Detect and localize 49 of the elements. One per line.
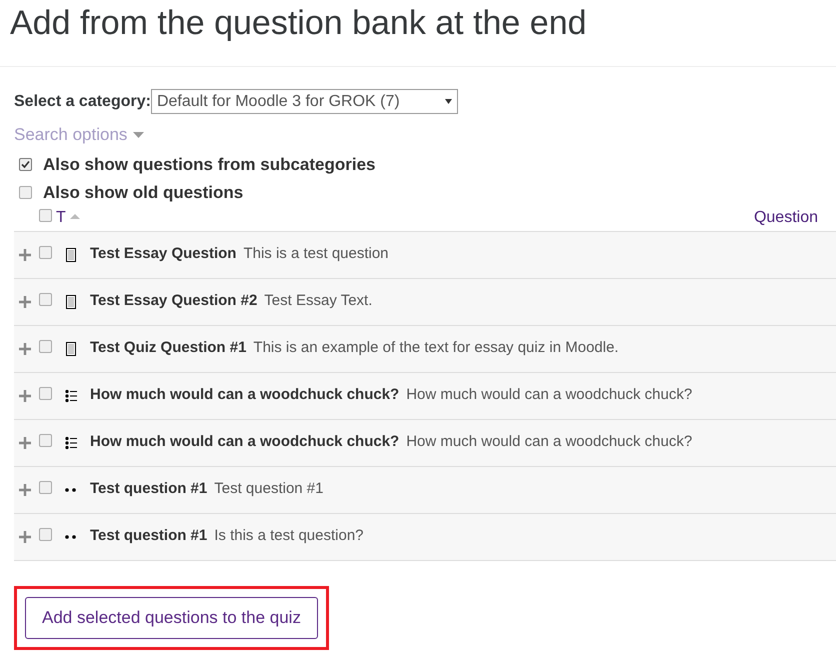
checkbox[interactable] [19, 186, 32, 199]
page-heading: Add from the question bank at the end [0, 0, 836, 67]
question-text: How much would can a woodchuck chuck? [406, 385, 692, 406]
checkbox[interactable] [39, 434, 52, 446]
checkbox[interactable] [39, 292, 52, 306]
dots-icon [65, 488, 77, 492]
question-name: Test question #1 [90, 479, 208, 500]
checkbox[interactable] [39, 246, 52, 258]
document-icon [66, 248, 76, 262]
category-select[interactable]: Default for Moodle 3 for GROK (7) [150, 89, 458, 114]
question-name: Test Quiz Question #1 [90, 338, 246, 358]
checkbox[interactable] [19, 158, 32, 171]
checkbox[interactable] [39, 386, 52, 400]
checkbox[interactable] [39, 340, 52, 352]
question-text: Is this a test question? [214, 526, 364, 546]
plus-icon[interactable] [19, 248, 31, 260]
question-name: Test Essay Question #2 [90, 291, 258, 312]
question-name: How much would can a woodchuck chuck? [90, 385, 400, 406]
question-text: This is an example of the text for essay quiz in Moodle. [253, 338, 619, 358]
list-icon [65, 436, 77, 450]
checkbox[interactable] [39, 209, 52, 222]
plus-icon[interactable] [19, 390, 31, 402]
document-icon [66, 294, 76, 308]
question-text: This is a test question [243, 244, 389, 264]
plus-icon[interactable] [19, 296, 31, 308]
dropdown-caret-icon [444, 99, 452, 104]
sort-ascending-icon [70, 214, 80, 218]
question-text: Test Essay Text. [264, 291, 372, 312]
question-name: How much would can a woodchuck chuck? [90, 432, 400, 452]
category-label: Select a category: [14, 92, 151, 112]
plus-icon[interactable] [19, 484, 31, 496]
caret-icon [133, 132, 144, 138]
add-selected-questions-button[interactable]: Add selected questions to the quiz [25, 596, 318, 638]
plus-icon[interactable] [19, 436, 31, 448]
question-text: How much would can a woodchuck chuck? [406, 432, 692, 452]
plus-icon[interactable] [19, 530, 31, 542]
checkbox[interactable] [39, 528, 52, 540]
document-icon [66, 342, 76, 356]
list-icon [65, 388, 77, 402]
question-name: Test Essay Question [90, 244, 236, 264]
checkbox[interactable] [39, 480, 52, 494]
question-column-header[interactable]: Question [754, 206, 818, 230]
dots-icon [65, 534, 77, 538]
option-label: Also show old questions [43, 182, 244, 204]
plus-icon[interactable] [19, 342, 31, 354]
question-name: Test question #1 [90, 526, 208, 546]
question-text: Test question #1 [214, 479, 324, 500]
type-column-header[interactable]: T [56, 206, 66, 230]
option-label: Also show questions from subcategories [43, 154, 376, 176]
